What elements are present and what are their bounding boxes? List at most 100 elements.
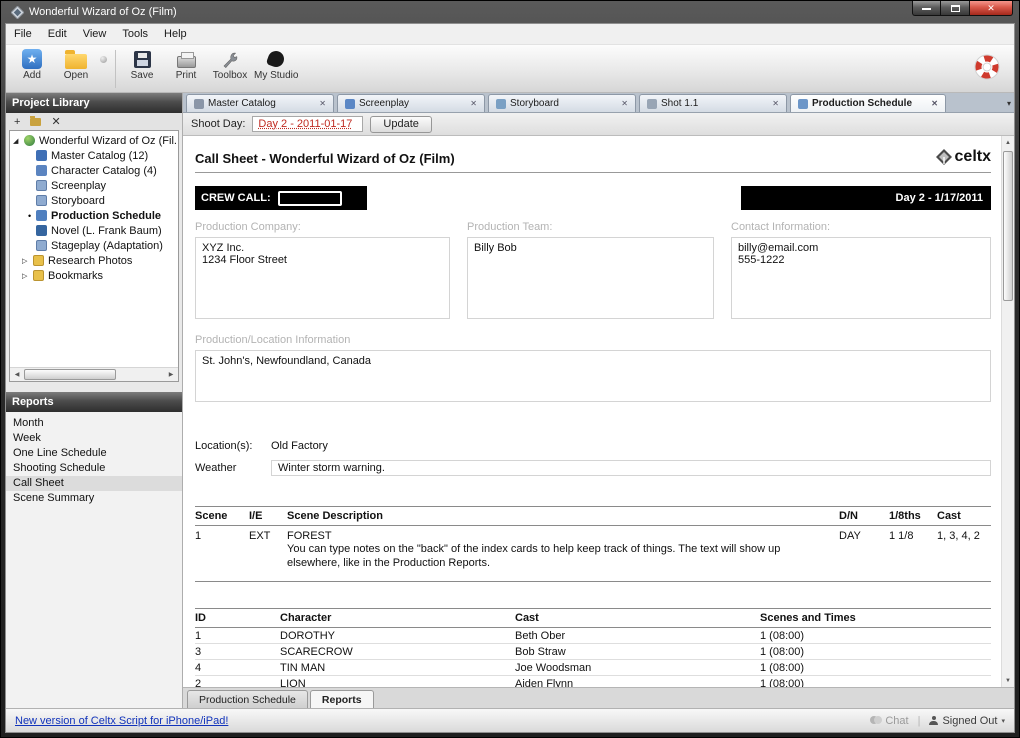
tree-item-stageplay[interactable]: Stageplay (Adaptation) — [10, 238, 178, 253]
reports-header: Reports — [6, 392, 182, 412]
bottom-tab-reports[interactable]: Reports — [310, 690, 374, 708]
tree-item-novel[interactable]: Novel (L. Frank Baum) — [10, 223, 178, 238]
tree-item-master-catalog[interactable]: Master Catalog (12) — [10, 148, 178, 163]
report-item-shooting-schedule[interactable]: Shooting Schedule — [6, 461, 182, 476]
call-sheet-title: Call Sheet - Wonderful Wizard of Oz (Fil… — [195, 151, 455, 166]
add-icon: ★ — [22, 49, 42, 69]
report-item-scene-summary[interactable]: Scene Summary — [6, 491, 182, 506]
shoot-day-select[interactable]: Day 2 - 2011-01-17 — [252, 116, 363, 132]
window-title: Wonderful Wizard of Oz (Film) — [29, 6, 177, 18]
maximize-button[interactable] — [941, 1, 969, 16]
toolbox-button[interactable]: Toolbox — [210, 48, 250, 81]
tab-screenplay[interactable]: Screenplay ✕ — [337, 94, 485, 112]
signed-out-button[interactable]: Signed Out ▾ — [929, 715, 1005, 727]
collapsed-arrow-icon[interactable]: ▷ — [22, 257, 33, 265]
scrollbar-track[interactable] — [1002, 149, 1014, 674]
scrollbar-thumb[interactable] — [24, 369, 116, 380]
tree-add-icon[interactable]: + — [14, 115, 20, 129]
print-button[interactable]: Print — [166, 48, 206, 81]
report-item-call-sheet[interactable]: Call Sheet — [6, 476, 182, 491]
tab-close-icon[interactable]: ✕ — [470, 99, 477, 108]
tree-item-production-schedule[interactable]: • Production Schedule — [10, 208, 178, 223]
tree-item-bookmarks[interactable]: ▷ Bookmarks — [10, 268, 178, 283]
character-table-row: 2 LION Aiden Flynn 1 (08:00) — [195, 676, 991, 688]
app-icon — [11, 6, 24, 19]
scrollbar-track[interactable] — [24, 368, 164, 381]
report-item-one-line-schedule[interactable]: One Line Schedule — [6, 446, 182, 461]
open-dropdown-icon[interactable] — [100, 56, 107, 63]
scroll-up-icon[interactable]: ▲ — [1002, 136, 1014, 149]
report-item-week[interactable]: Week — [6, 431, 182, 446]
menu-view[interactable]: View — [75, 24, 115, 44]
signed-out-label: Signed Out — [942, 715, 997, 727]
menu-tools[interactable]: Tools — [114, 24, 156, 44]
document-scrollbar[interactable]: ▲ ▼ — [1001, 136, 1014, 687]
tree-item-root[interactable]: ◢ Wonderful Wizard of Oz (Fil... — [10, 133, 178, 148]
status-bar: New version of Celtx Script for iPhone/i… — [6, 708, 1014, 732]
report-item-month[interactable]: Month — [6, 416, 182, 431]
tab-label: Production Schedule — [812, 98, 927, 109]
tree-item-character-catalog[interactable]: Character Catalog (4) — [10, 163, 178, 178]
scroll-right-icon[interactable]: ▶ — [164, 368, 178, 381]
location-information-field[interactable]: St. John's, Newfoundland, Canada — [195, 350, 991, 402]
help-button[interactable] — [972, 52, 1002, 87]
tree-horizontal-scrollbar[interactable]: ◀ ▶ — [10, 367, 178, 381]
tab-overflow-icon[interactable]: ▾ — [1007, 99, 1011, 108]
add-label: Add — [23, 70, 41, 81]
production-team-field[interactable]: Billy Bob — [467, 237, 714, 319]
production-company-field[interactable]: XYZ Inc. 1234 Floor Street — [195, 237, 450, 319]
my-studio-button[interactable]: My Studio — [254, 48, 298, 81]
close-button[interactable]: ✕ — [969, 1, 1013, 16]
celtx-script-link[interactable]: New version of Celtx Script for iPhone/i… — [15, 715, 228, 727]
tab-storyboard[interactable]: Storyboard ✕ — [488, 94, 636, 112]
tree-delete-icon[interactable]: ✕ — [51, 115, 60, 129]
reports-title: Reports — [12, 396, 54, 408]
tab-shot-1-1[interactable]: Shot 1.1 ✕ — [639, 94, 787, 112]
add-button[interactable]: ★ Add — [12, 48, 52, 81]
tab-close-icon[interactable]: ✕ — [931, 99, 938, 108]
contact-information-field[interactable]: billy@email.com 555-1222 — [731, 237, 991, 319]
scroll-left-icon[interactable]: ◀ — [10, 368, 24, 381]
update-button[interactable]: Update — [370, 116, 431, 133]
tab-production-schedule[interactable]: Production Schedule ✕ — [790, 94, 946, 112]
chat-button[interactable]: Chat — [870, 715, 908, 727]
crew-call-input[interactable] — [278, 191, 342, 206]
tree-item-label: Character Catalog (4) — [51, 165, 157, 177]
tree-folder-icon[interactable] — [30, 118, 41, 126]
production-team-label: Production Team: — [467, 221, 714, 233]
cast-header: Cast — [515, 612, 760, 624]
character-table-header: ID Character Cast Scenes and Times — [195, 608, 991, 628]
character-table-row: 1 DOROTHY Beth Ober 1 (08:00) — [195, 628, 991, 644]
tree-item-storyboard[interactable]: Storyboard — [10, 193, 178, 208]
minimize-button[interactable] — [912, 1, 941, 16]
tab-close-icon[interactable]: ✕ — [621, 99, 628, 108]
open-button[interactable]: Open — [56, 48, 96, 81]
novel-icon — [36, 225, 47, 236]
celtx-diamond-icon — [935, 148, 953, 166]
celtx-logo: celtx — [935, 148, 991, 166]
screenplay-icon — [36, 180, 47, 191]
save-button[interactable]: Save — [122, 48, 162, 81]
project-icon — [24, 135, 35, 146]
maximize-icon — [951, 5, 960, 12]
scrollbar-thumb[interactable] — [1003, 151, 1013, 301]
menu-file[interactable]: File — [6, 24, 40, 44]
crew-call-bar: CREW CALL: — [195, 186, 367, 210]
menu-bar: File Edit View Tools Help — [6, 24, 1014, 45]
tree-item-screenplay[interactable]: Screenplay — [10, 178, 178, 193]
menu-edit[interactable]: Edit — [40, 24, 75, 44]
expanded-arrow-icon[interactable]: ◢ — [13, 137, 24, 145]
character-cell: TIN MAN — [280, 662, 515, 674]
tree-item-research-photos[interactable]: ▷ Research Photos — [10, 253, 178, 268]
tab-master-catalog[interactable]: Master Catalog ✕ — [186, 94, 334, 112]
project-tree: ◢ Wonderful Wizard of Oz (Fil... Master … — [9, 130, 179, 382]
scroll-down-icon[interactable]: ▼ — [1002, 674, 1014, 687]
weather-field[interactable]: Winter storm warning. — [271, 460, 991, 476]
bottom-tab-production-schedule[interactable]: Production Schedule — [187, 690, 308, 708]
tab-close-icon[interactable]: ✕ — [772, 99, 779, 108]
tab-close-icon[interactable]: ✕ — [319, 99, 326, 108]
scene-table-row: 1 EXT FOREST You can type notes on the "… — [195, 526, 991, 582]
collapsed-arrow-icon[interactable]: ▷ — [22, 272, 33, 280]
title-bar[interactable]: Wonderful Wizard of Oz (Film) ✕ — [5, 1, 1015, 23]
menu-help[interactable]: Help — [156, 24, 195, 44]
